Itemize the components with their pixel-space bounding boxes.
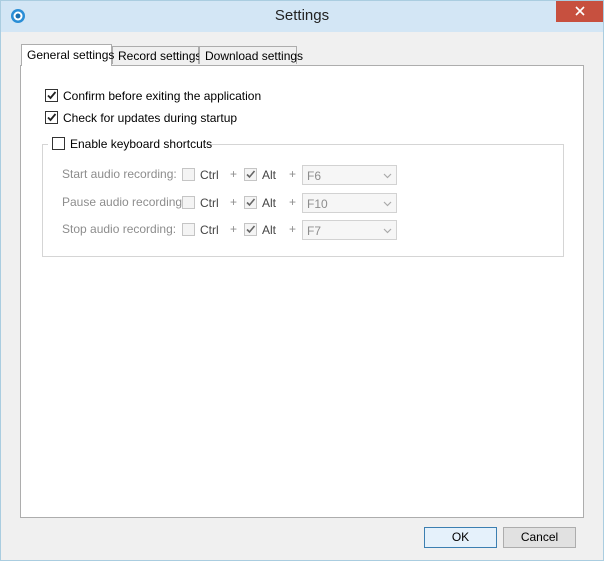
stop-key-select[interactable]: F7 [302,220,397,240]
stop-plus-1: + [230,222,238,236]
pause-key-select[interactable]: F10 [302,193,397,213]
start-ctrl-label: Ctrl [200,168,219,182]
checkmark-icon [47,113,57,122]
stop-recording-label: Stop audio recording: [62,222,177,236]
check-updates-label: Check for updates during startup [63,111,238,125]
tab-download-settings[interactable]: Download settings [199,46,303,64]
confirm-exit-checkbox[interactable] [45,89,58,102]
checkmark-icon [246,198,256,207]
pause-key-value: F10 [307,197,328,211]
stop-ctrl-checkbox[interactable] [182,223,195,236]
start-plus-2: + [289,167,297,181]
stop-alt-label: Alt [262,223,277,237]
pause-alt-label: Alt [262,196,277,210]
start-ctrl-checkbox[interactable] [182,168,195,181]
pause-ctrl-checkbox[interactable] [182,196,195,209]
close-icon [574,5,585,19]
pause-plus-2: + [289,195,297,209]
pause-recording-label: Pause audio recording: [62,195,186,209]
start-key-value: F6 [307,169,322,183]
window-title: Settings [274,7,330,24]
stop-ctrl-label: Ctrl [200,223,219,237]
close-button[interactable] [556,1,603,22]
dialog-client-area: General settings Record settings Downloa… [1,32,603,560]
start-alt-label: Alt [262,168,277,182]
start-key-select[interactable]: F6 [302,165,397,185]
general-settings-panel: Confirm before exiting the application C… [20,65,584,518]
settings-window: Settings General settings Record setting… [0,0,604,561]
pause-alt-checkbox[interactable] [244,196,257,209]
stop-alt-checkbox[interactable] [244,223,257,236]
enable-shortcuts-label: Enable keyboard shortcuts [70,137,213,151]
chevron-down-icon [383,169,392,183]
pause-plus-1: + [230,195,238,209]
checkmark-icon [47,91,57,100]
check-updates-checkbox[interactable] [45,111,58,124]
tab-general-settings[interactable]: General settings [21,44,114,66]
cancel-button[interactable]: Cancel [503,527,576,548]
tab-record-settings[interactable]: Record settings [112,46,201,64]
enable-shortcuts-checkbox[interactable] [52,137,65,150]
chevron-down-icon [383,197,392,211]
confirm-exit-label: Confirm before exiting the application [63,89,262,103]
title-bar[interactable]: Settings [1,1,603,32]
keyboard-shortcuts-header: Enable keyboard shortcuts [48,136,212,152]
chevron-down-icon [383,224,392,238]
start-recording-label: Start audio recording: [62,167,177,181]
pause-ctrl-label: Ctrl [200,196,219,210]
ok-button[interactable]: OK [424,527,497,548]
stop-plus-2: + [289,222,297,236]
start-plus-1: + [230,167,238,181]
stop-key-value: F7 [307,224,322,238]
start-alt-checkbox[interactable] [244,168,257,181]
checkmark-icon [246,170,256,179]
checkmark-icon [246,225,256,234]
